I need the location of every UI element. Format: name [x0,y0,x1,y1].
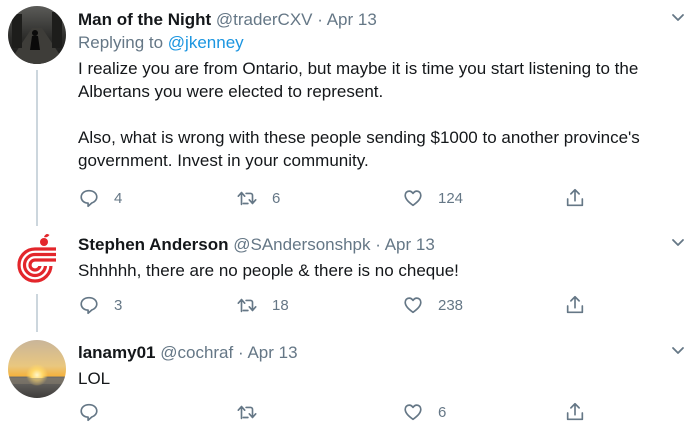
tweet-body: Stephen Anderson @SAndersonshpk · Apr 13… [78,234,677,282]
separator-dot: · [317,10,323,29]
retweet-icon [237,405,257,420]
share-icon [566,295,584,314]
reply-icon [80,189,98,208]
user-handle[interactable]: @traderCXV [216,10,313,29]
tweet-paragraph: I realize you are from Ontario, but mayb… [78,59,639,101]
replying-to-label: Replying to [78,33,164,52]
avatar[interactable] [8,6,66,64]
tweet-actions: 6 [78,400,598,424]
like-icon [404,404,422,421]
display-name[interactable]: Man of the Night [78,10,211,29]
share-button[interactable] [564,186,586,210]
retweet-count: 18 [272,296,289,314]
avatar[interactable] [8,232,66,290]
tweet[interactable]: Stephen Anderson @SAndersonshpk · Apr 13… [0,222,697,330]
tweet-text: Shhhhh, there are no people & there is n… [78,259,677,282]
retweet-button[interactable]: 6 [236,186,280,210]
share-button[interactable] [564,400,586,424]
tweet-header: Stephen Anderson @SAndersonshpk · Apr 13 [78,234,677,256]
tweet-body: Man of the Night @traderCXV · Apr 13 Rep… [78,9,677,172]
chevron-down-icon[interactable] [671,346,685,356]
share-button[interactable] [564,293,586,317]
like-icon [404,190,422,207]
separator-dot: · [375,235,381,254]
reply-icon [80,403,98,422]
replying-to: Replying to @jkenney [78,32,677,54]
reply-count: 3 [114,296,123,314]
like-button[interactable]: 124 [402,186,463,210]
tweet-actions: 3 18 238 [78,293,598,317]
tweet-header: Man of the Night @traderCXV · Apr 13 [78,9,677,31]
display-name[interactable]: Stephen Anderson [78,235,229,254]
chevron-down-icon[interactable] [671,13,685,23]
like-count: 6 [438,403,447,421]
reply-button[interactable]: 3 [78,293,122,317]
separator-dot: · [237,343,244,362]
tweet-date[interactable]: Apr 13 [385,235,435,254]
tweet-body: lanamy01 @cochraf · Apr 13 LOL [78,342,677,390]
tweet[interactable]: lanamy01 @cochraf · Apr 13 LOL 6 [0,330,697,430]
share-icon [566,188,584,207]
tweet-actions: 4 6 124 [78,186,598,210]
tweet[interactable]: Man of the Night @traderCXV · Apr 13 Rep… [0,0,697,222]
share-icon [566,402,584,421]
like-button[interactable]: 6 [402,400,446,424]
like-count: 124 [438,189,464,207]
tweet-text: LOL [78,367,677,390]
reply-button[interactable] [78,400,114,424]
user-handle[interactable]: @cochraf [160,343,233,362]
user-handle[interactable]: @SAndersonshpk [233,235,370,254]
mention-link[interactable]: @jkenney [168,33,244,52]
chevron-down-icon[interactable] [671,238,685,248]
retweet-icon [237,191,257,206]
reply-count: 4 [114,189,123,207]
reply-icon [80,296,98,315]
tweet-paragraph: Also, what is wrong with these people se… [78,128,640,170]
like-icon [404,297,422,314]
retweet-icon [237,298,257,313]
retweet-count: 6 [272,189,281,207]
tweet-paragraph: Shhhhh, there are no people & there is n… [78,261,459,280]
tweet-text: I realize you are from Ontario, but mayb… [78,57,677,172]
display-name[interactable]: lanamy01 [78,343,156,362]
like-button[interactable]: 238 [402,293,463,317]
avatar[interactable] [8,340,66,398]
like-count: 238 [438,296,464,314]
retweet-button[interactable] [236,400,272,424]
reply-button[interactable]: 4 [78,186,122,210]
tweet-paragraph: LOL [78,369,111,388]
tweet-header: lanamy01 @cochraf · Apr 13 [78,342,677,364]
tweet-date[interactable]: Apr 13 [327,10,377,29]
tweet-date[interactable]: Apr 13 [247,343,297,362]
retweet-button[interactable]: 18 [236,293,289,317]
